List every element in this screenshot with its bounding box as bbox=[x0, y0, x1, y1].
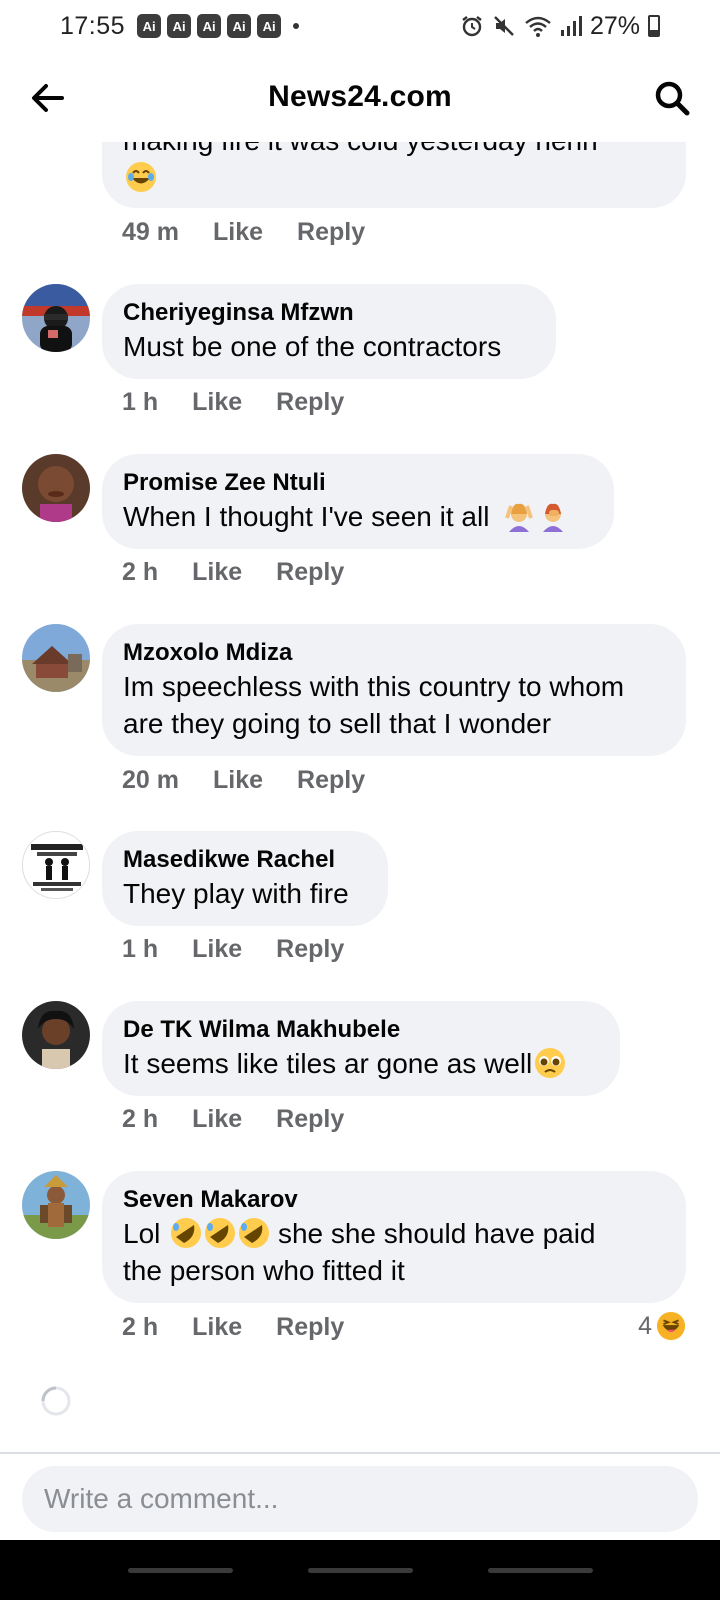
reply-button[interactable]: Reply bbox=[276, 1313, 344, 1342]
comment-bubble[interactable]: Masedikwe Rachel They play with fire bbox=[102, 831, 388, 926]
comment-text-line: are they going to sell that I wonder bbox=[123, 708, 552, 739]
reaction-summary[interactable]: 4 bbox=[638, 1311, 686, 1341]
comment-actions: 49 m Like Reply bbox=[122, 218, 365, 247]
composer-divider bbox=[0, 1452, 720, 1454]
rolling-laughing-emoji-icon bbox=[239, 1218, 270, 1248]
comment-text-line: Im speechless with this country to whom bbox=[123, 671, 625, 702]
search-button[interactable] bbox=[648, 74, 696, 122]
page-title: News24.com bbox=[268, 80, 452, 113]
reply-button[interactable]: Reply bbox=[276, 558, 344, 587]
reply-button[interactable]: Reply bbox=[297, 766, 365, 795]
reply-button[interactable]: Reply bbox=[276, 1105, 344, 1134]
like-button[interactable]: Like bbox=[192, 1313, 242, 1342]
ai-badge-icon: Ai bbox=[137, 14, 162, 38]
status-right: 27% bbox=[460, 12, 660, 41]
comment-bubble[interactable]: Mzoxolo Mdiza Im speechless with this co… bbox=[102, 624, 686, 756]
comment-composer[interactable] bbox=[22, 1466, 698, 1532]
recent-apps-button[interactable] bbox=[127, 1567, 233, 1573]
comment-author[interactable]: Promise Zee Ntuli bbox=[123, 468, 594, 498]
battery-percent: 27% bbox=[589, 11, 640, 40]
comment-author[interactable]: Cheriyeginsa Mfzwn bbox=[123, 298, 536, 328]
like-button[interactable]: Like bbox=[213, 766, 263, 795]
comment-time[interactable]: 49 m bbox=[122, 218, 179, 247]
notification-dot-icon bbox=[293, 23, 300, 29]
comment-list: making fire it was cold yesterday hehh 4… bbox=[0, 0, 720, 1450]
reaction-count: 4 bbox=[638, 1311, 652, 1340]
comment-text: It seems like tiles ar gone as well bbox=[123, 1045, 600, 1082]
laughing-emoji-icon bbox=[123, 161, 666, 193]
reply-button[interactable]: Reply bbox=[276, 935, 344, 964]
comment-author[interactable]: Masedikwe Rachel bbox=[123, 845, 368, 875]
comment-actions: 2 h Like Reply bbox=[122, 558, 344, 587]
reply-button[interactable]: Reply bbox=[297, 218, 365, 247]
system-nav-bar bbox=[0, 1540, 720, 1600]
avatar[interactable] bbox=[22, 454, 90, 522]
comment-text-line: Lol she she should have paid bbox=[123, 1215, 666, 1252]
comment-actions: 1 h Like Reply bbox=[122, 935, 344, 964]
loading-spinner-icon bbox=[41, 1386, 71, 1416]
battery-icon bbox=[648, 15, 660, 37]
comment-bubble[interactable]: Seven Makarov Lol she she should have pa… bbox=[102, 1171, 686, 1303]
person-gesturing-emoji-icon bbox=[505, 503, 534, 532]
like-button[interactable]: Like bbox=[213, 218, 263, 247]
alarm-icon bbox=[460, 14, 484, 38]
like-button[interactable]: Like bbox=[192, 388, 242, 417]
wifi-icon bbox=[524, 14, 552, 38]
pleading-face-emoji-icon bbox=[535, 1048, 566, 1078]
comment-actions: 20 m Like Reply bbox=[122, 766, 365, 795]
ai-badge-icon: Ai bbox=[167, 14, 192, 38]
rolling-laughing-emoji-icon bbox=[205, 1218, 236, 1248]
comment-bubble[interactable]: Cheriyeginsa Mfzwn Must be one of the co… bbox=[102, 284, 556, 379]
like-button[interactable]: Like bbox=[192, 558, 242, 587]
comment-text-content: Lol bbox=[123, 1218, 161, 1249]
home-button[interactable] bbox=[307, 1567, 413, 1573]
rolling-laughing-emoji-icon bbox=[171, 1218, 202, 1248]
signal-icon bbox=[560, 15, 582, 37]
ai-badge-icon: Ai bbox=[227, 14, 252, 38]
ai-badge-icon: Ai bbox=[257, 14, 282, 38]
comment-text-content: It seems like tiles ar gone as well bbox=[123, 1048, 533, 1079]
reply-button[interactable]: Reply bbox=[276, 388, 344, 417]
back-gesture-button[interactable] bbox=[487, 1567, 593, 1573]
search-icon bbox=[655, 81, 690, 116]
haha-reaction-icon bbox=[656, 1311, 686, 1341]
like-button[interactable]: Like bbox=[192, 935, 242, 964]
avatar[interactable] bbox=[22, 284, 90, 352]
comment-time[interactable]: 2 h bbox=[122, 1313, 158, 1342]
avatar[interactable] bbox=[22, 624, 90, 692]
comment-time[interactable]: 1 h bbox=[122, 388, 158, 417]
status-bar: 17:55 Ai Ai Ai Ai Ai 27% bbox=[0, 0, 720, 52]
comment-author[interactable]: De TK Wilma Makhubele bbox=[123, 1015, 600, 1045]
comment-actions: 2 h Like Reply bbox=[122, 1313, 344, 1342]
status-time: 17:55 bbox=[60, 11, 126, 40]
status-left: 17:55 Ai Ai Ai Ai Ai bbox=[60, 11, 300, 41]
comment-text-content: When I thought I've seen it all bbox=[123, 501, 490, 532]
avatar[interactable] bbox=[22, 1171, 90, 1239]
comment-actions: 1 h Like Reply bbox=[122, 388, 344, 417]
avatar[interactable] bbox=[22, 831, 90, 899]
comment-time[interactable]: 1 h bbox=[122, 935, 158, 964]
mute-icon bbox=[492, 14, 516, 38]
comment-bubble[interactable]: De TK Wilma Makhubele It seems like tile… bbox=[102, 1001, 620, 1096]
comment-bubble[interactable]: Promise Zee Ntuli When I thought I've se… bbox=[102, 454, 614, 549]
comment-text: When I thought I've seen it all bbox=[123, 498, 594, 535]
ai-badge-icon: Ai bbox=[197, 14, 222, 38]
app-header: News24.com bbox=[0, 52, 720, 142]
comment-text-content: she she should have paid bbox=[277, 1218, 596, 1249]
comment-text: They play with fire bbox=[123, 878, 349, 909]
back-button[interactable] bbox=[24, 74, 72, 122]
comment-time[interactable]: 2 h bbox=[122, 558, 158, 587]
facepalm-emoji-icon bbox=[543, 503, 564, 532]
comment-input[interactable] bbox=[44, 1483, 698, 1515]
like-button[interactable]: Like bbox=[192, 1105, 242, 1134]
comment-author[interactable]: Seven Makarov bbox=[123, 1185, 666, 1215]
comment-time[interactable]: 20 m bbox=[122, 766, 179, 795]
avatar[interactable] bbox=[22, 1001, 90, 1069]
comment-actions: 2 h Like Reply bbox=[122, 1105, 344, 1134]
comment-author[interactable]: Mzoxolo Mdiza bbox=[123, 638, 666, 668]
arrow-left-icon bbox=[32, 84, 64, 112]
comment-text: Must be one of the contractors bbox=[123, 331, 502, 362]
comment-text-line: the person who fitted it bbox=[123, 1255, 405, 1286]
comment-time[interactable]: 2 h bbox=[122, 1105, 158, 1134]
